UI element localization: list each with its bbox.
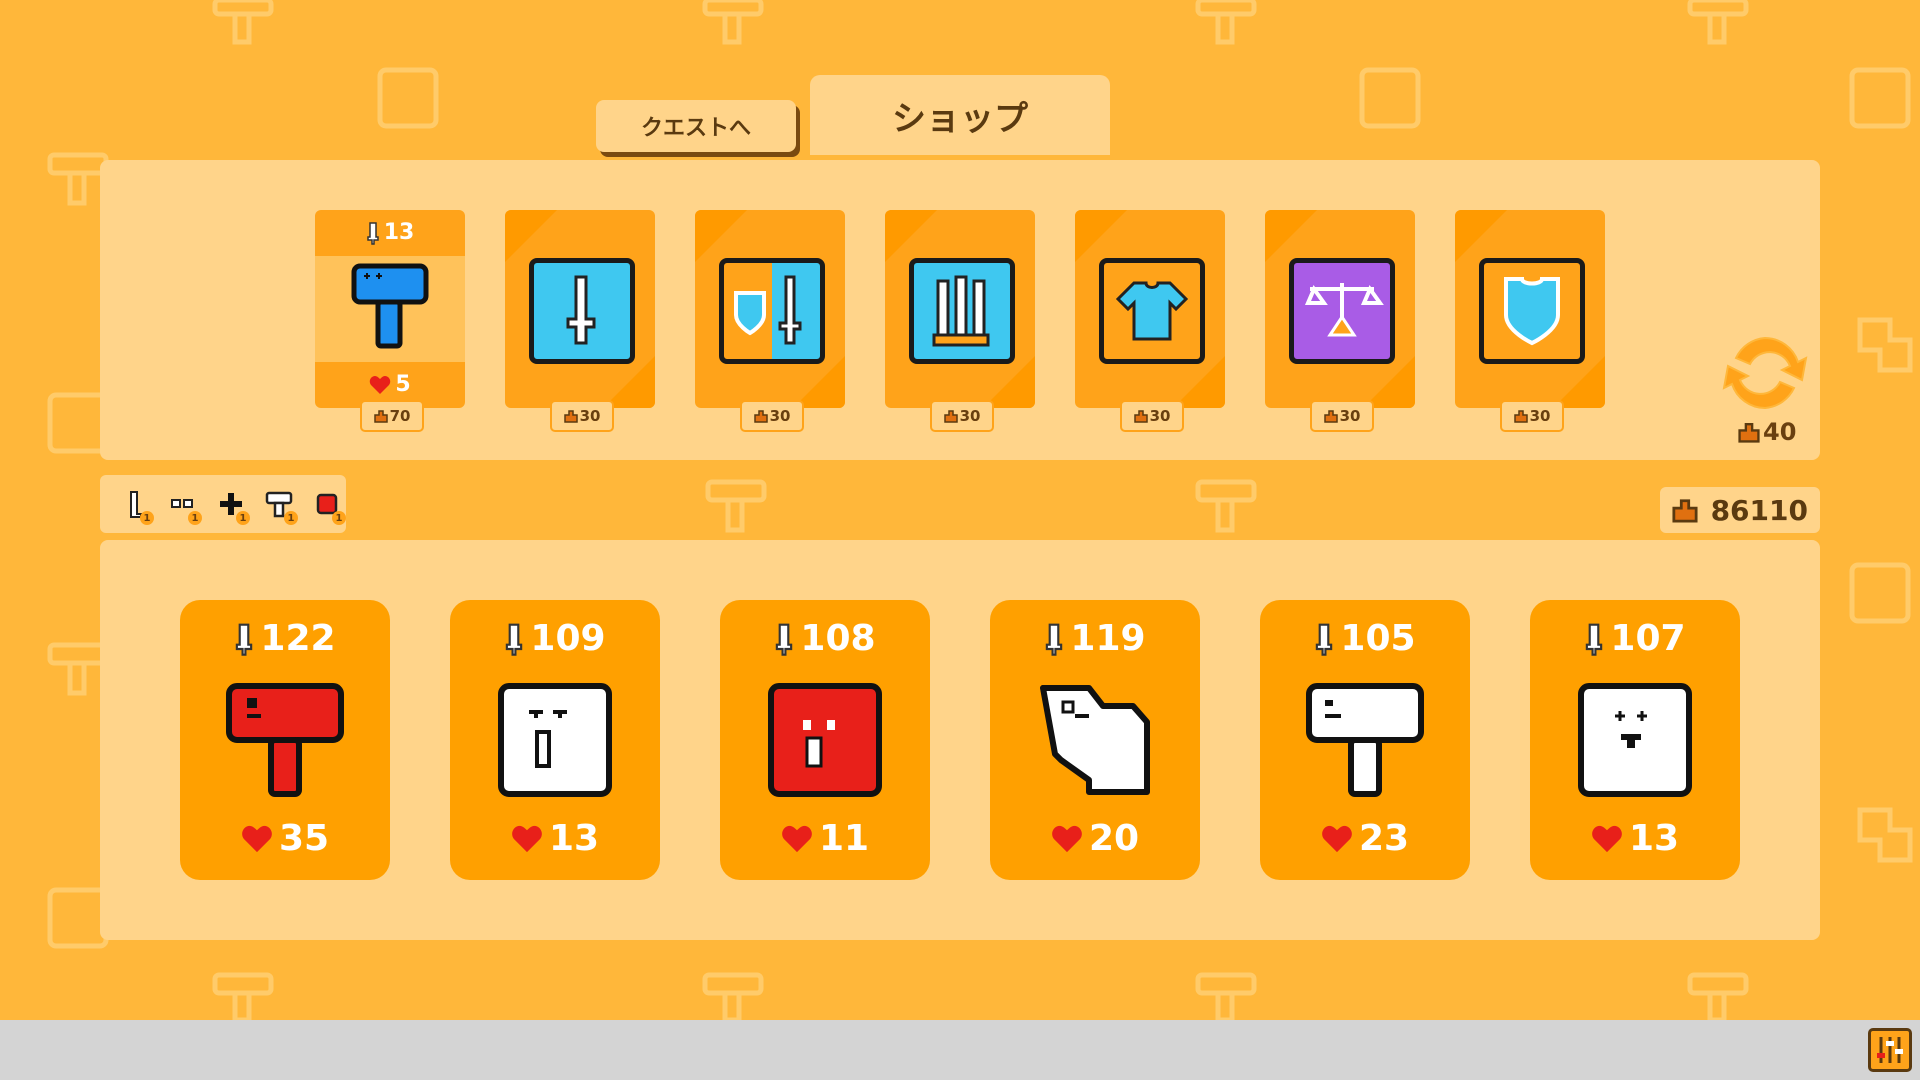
shop-item-price: 30 (930, 400, 994, 432)
unit-hp: 20 (990, 818, 1200, 859)
shield-sword-item-icon (734, 275, 802, 345)
tag-plus[interactable]: 1 (214, 487, 250, 525)
sword-icon (506, 623, 523, 656)
shop-item-card[interactable] (505, 210, 655, 408)
shop-unit-price: 70 (360, 400, 424, 432)
unit-attack: 122 (180, 618, 390, 659)
shop-item-card[interactable] (695, 210, 845, 408)
gold-amount: 86110 (1710, 493, 1808, 527)
unit-hp: 13 (450, 818, 660, 859)
unit-hp: 11 (720, 818, 930, 859)
sliders-icon (1877, 1037, 1903, 1063)
gold-icon (943, 410, 958, 423)
unit-hp: 35 (180, 818, 390, 859)
heart-icon (1052, 825, 1082, 852)
gold-icon (563, 410, 578, 423)
unit-attack: 108 (720, 618, 930, 659)
shop-item-card[interactable] (885, 210, 1035, 408)
white-hammer-unit-icon (1306, 683, 1424, 797)
shirt-item-icon (1115, 281, 1189, 341)
sword-icon (366, 221, 379, 245)
shop-item-price: 30 (1500, 400, 1564, 432)
shield-item-icon (1504, 277, 1560, 346)
white-face-unit-icon (1578, 683, 1692, 797)
white-block-unit-icon (498, 683, 612, 797)
heart-icon (242, 825, 272, 852)
sword-item-icon (566, 275, 596, 345)
sword-icon (1046, 623, 1063, 656)
tag-blade[interactable]: 1 (118, 487, 154, 525)
gold-icon (1672, 499, 1698, 523)
heart-icon (1322, 825, 1352, 852)
unit-hp: 23 (1260, 818, 1470, 859)
gold-icon (373, 410, 388, 423)
unit-attack: 109 (450, 618, 660, 659)
settings-button[interactable] (1868, 1028, 1912, 1072)
tag-eyes[interactable]: 1 (166, 487, 202, 525)
unit-attack: 119 (990, 618, 1200, 659)
shop-unit-attack: 13 (315, 220, 465, 245)
blue-hammer-icon (351, 263, 429, 349)
refresh-cost: 40 (1738, 418, 1796, 446)
shop-item-price: 30 (1120, 400, 1184, 432)
gold-icon (753, 410, 768, 423)
party-unit-card[interactable]: 122 35 (180, 600, 390, 880)
scale-item-icon (1304, 283, 1384, 337)
shop-item-price: 30 (1310, 400, 1374, 432)
shop-item-card[interactable] (1075, 210, 1225, 408)
shop-unit-hp: 5 (315, 372, 465, 397)
refresh-icon[interactable] (1722, 330, 1808, 416)
party-unit-card[interactable]: 108 11 (720, 600, 930, 880)
shop-item-price: 30 (740, 400, 804, 432)
quest-tab[interactable]: クエストへ (596, 100, 796, 152)
gold-icon (1513, 410, 1528, 423)
white-boot-unit-icon (1040, 685, 1150, 795)
heart-icon (512, 825, 542, 852)
unit-attack: 107 (1530, 618, 1740, 659)
party-unit-card[interactable]: 105 23 (1260, 600, 1470, 880)
tag-hammer[interactable]: 1 (262, 487, 298, 525)
unit-attack: 105 (1260, 618, 1470, 659)
heart-icon (782, 825, 812, 852)
gold-icon (1323, 410, 1338, 423)
heart-icon (370, 375, 391, 394)
shop-item-card[interactable] (1455, 210, 1605, 408)
sword-icon (1316, 623, 1333, 656)
sword-icon (776, 623, 793, 656)
triple-blade-item-icon (932, 275, 990, 347)
red-hammer-unit-icon (226, 683, 344, 797)
footer-bar (0, 1020, 1920, 1080)
shop-item-card[interactable] (1265, 210, 1415, 408)
shop-unit-card[interactable]: 13 5 (315, 210, 465, 408)
unit-hp: 13 (1530, 818, 1740, 859)
heart-icon (1592, 825, 1622, 852)
gold-icon (1133, 410, 1148, 423)
gold-display: 86110 (1660, 487, 1820, 533)
tag-red-square[interactable]: 1 (310, 487, 346, 525)
sword-icon (1586, 623, 1603, 656)
eyes-tag-icon (171, 499, 193, 508)
sword-icon (236, 623, 253, 656)
party-unit-card[interactable]: 109 13 (450, 600, 660, 880)
gold-icon (1738, 422, 1760, 443)
red-block-unit-icon (768, 683, 882, 797)
shop-tab[interactable]: ショップ (810, 75, 1110, 155)
party-unit-card[interactable]: 119 20 (990, 600, 1200, 880)
shop-item-price: 30 (550, 400, 614, 432)
party-unit-card[interactable]: 107 13 (1530, 600, 1740, 880)
tags-bar: 1 1 1 1 1 (100, 475, 346, 533)
